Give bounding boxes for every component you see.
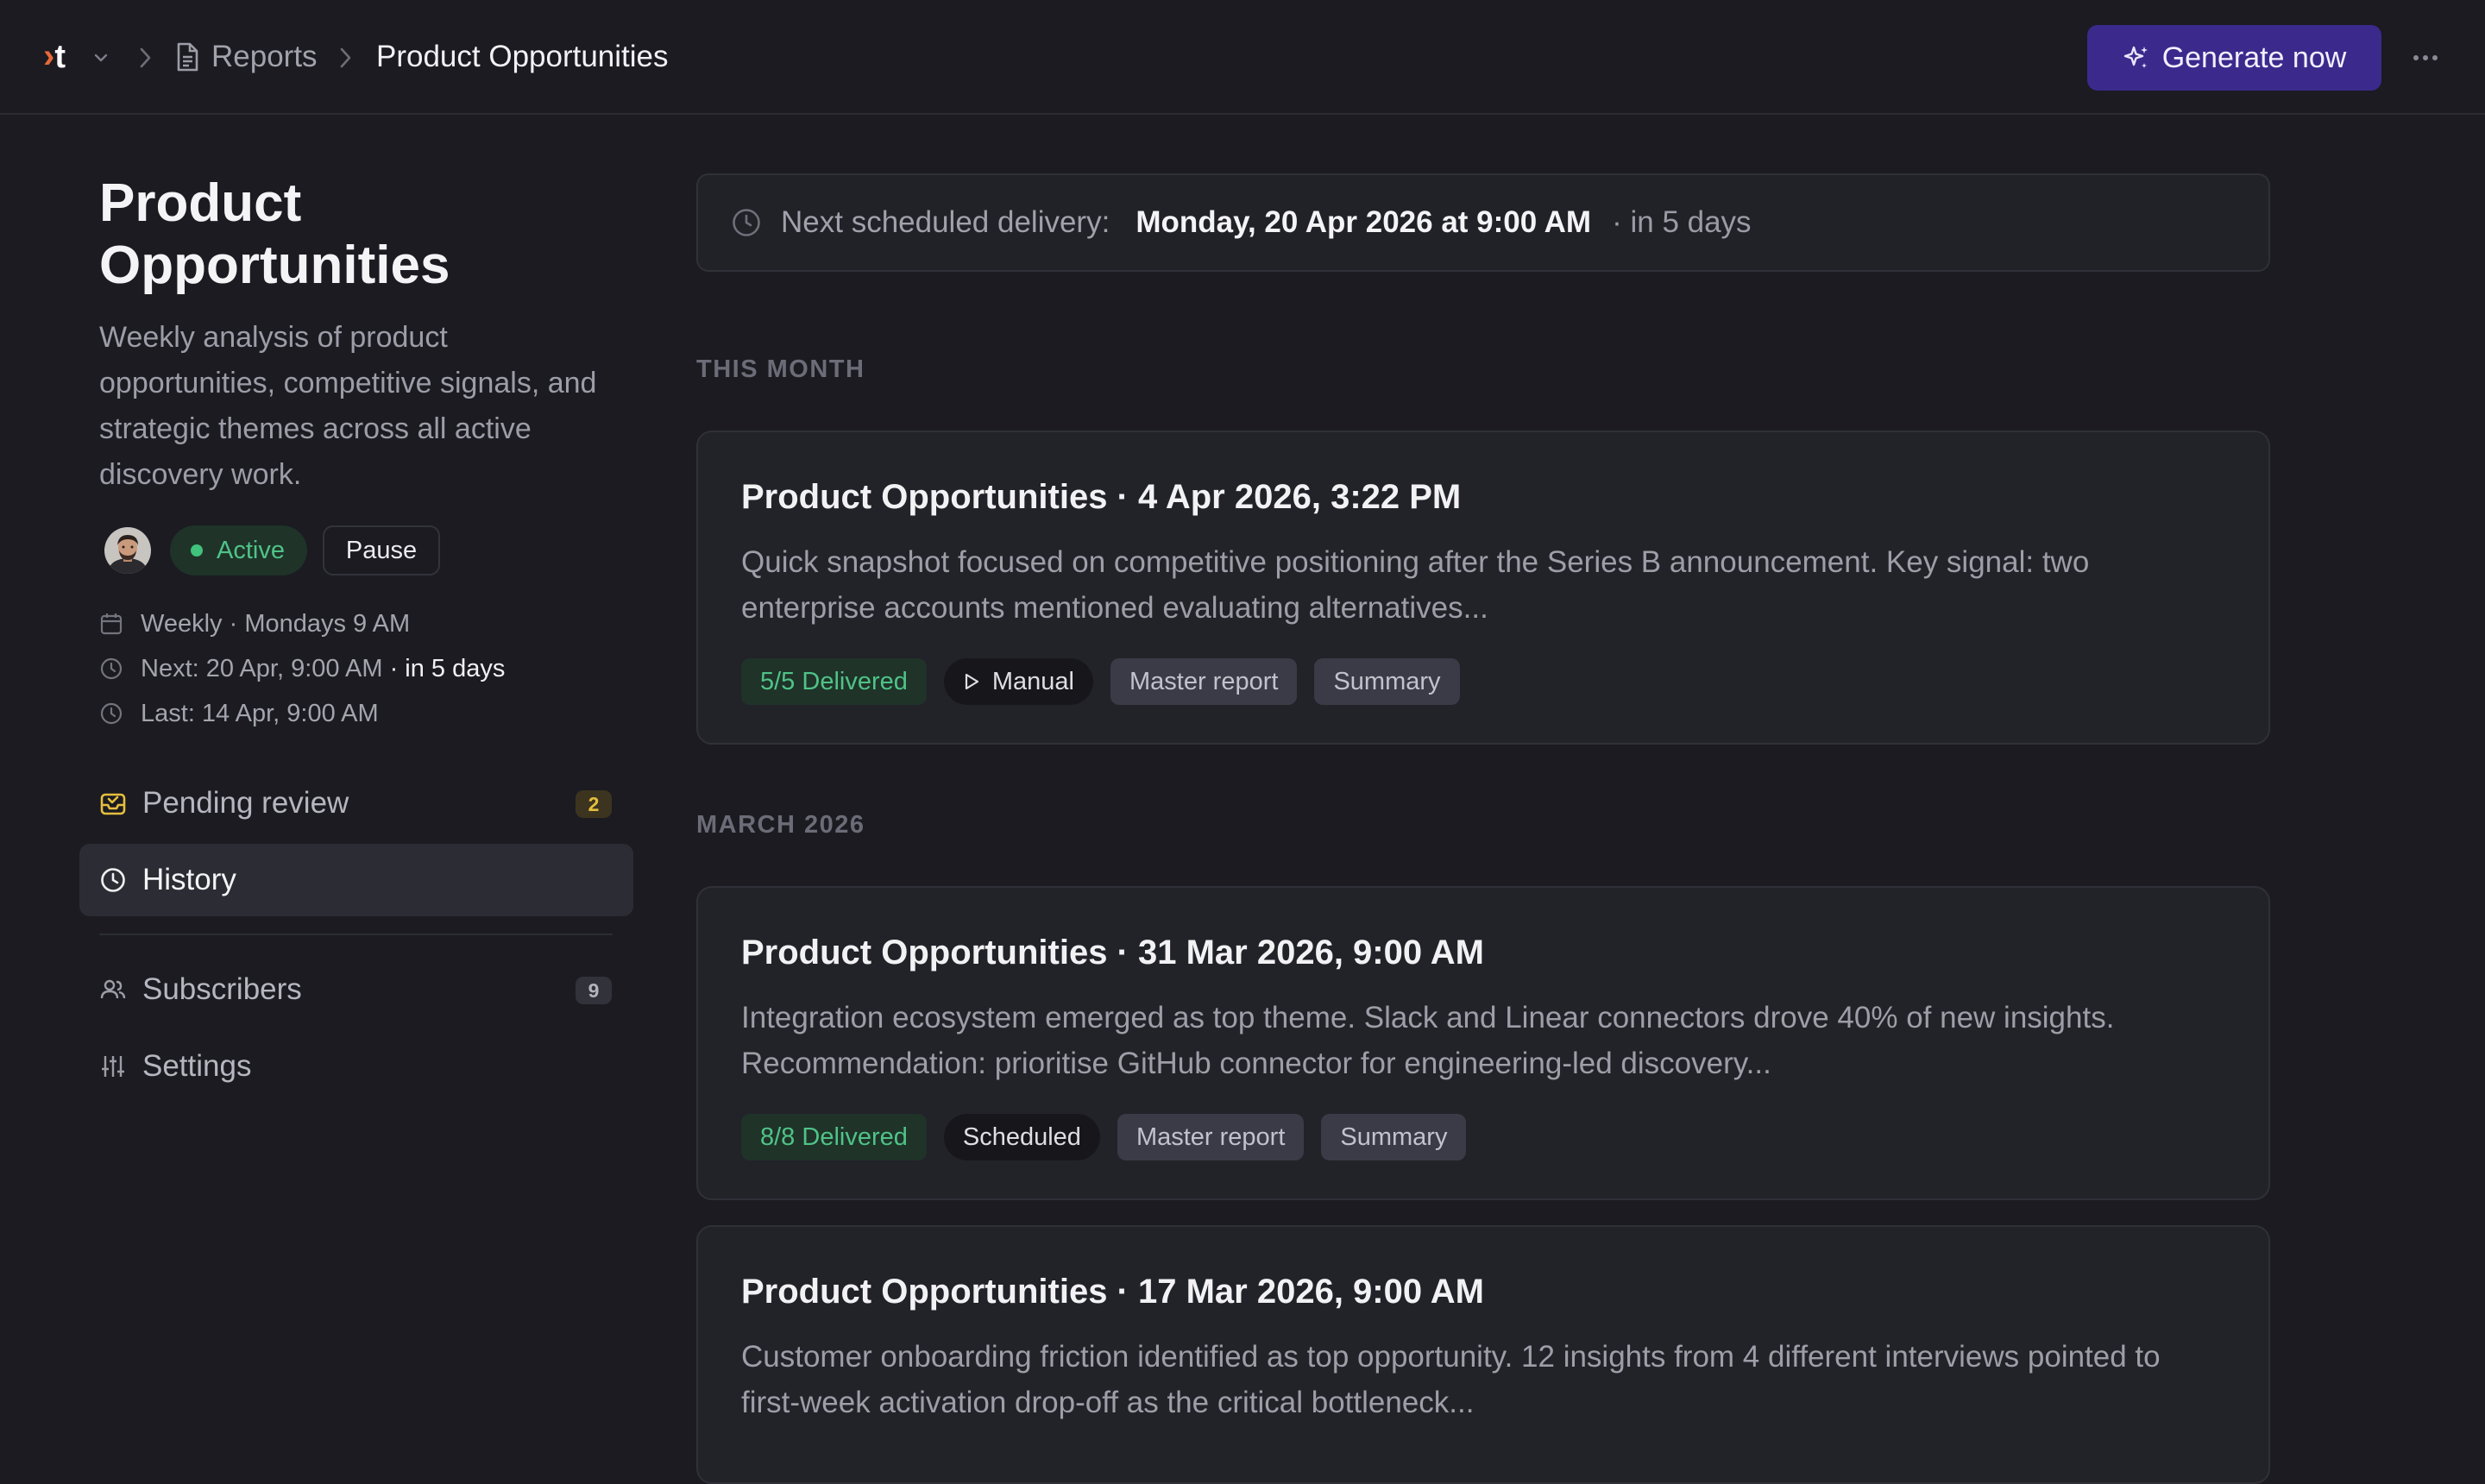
pending-count-badge: 2 <box>576 790 612 818</box>
report-summary: Customer onboarding friction identified … <box>741 1340 2161 1419</box>
report-tags: 8/8 Delivered Scheduled Master report Su… <box>741 1114 2225 1160</box>
avatar[interactable] <box>104 527 151 574</box>
report-description: Weekly analysis of product opportunities… <box>99 321 597 491</box>
delivered-badge: 5/5 Delivered <box>741 658 927 705</box>
clock-icon <box>731 207 762 238</box>
report-summary: Integration ecosystem emerged as top the… <box>741 1001 2115 1080</box>
status-dot <box>191 544 203 556</box>
next-run-row: Next: 20 Apr, 9:00 AM · in 5 days <box>99 651 505 686</box>
next-run-text: Next: 20 Apr, 9:00 AM <box>141 654 383 682</box>
pause-button[interactable]: Pause <box>323 525 440 575</box>
next-delivery-label: Next scheduled delivery: <box>781 205 1110 239</box>
report-tags: 5/5 Delivered Manual Master report Summa… <box>741 658 2225 705</box>
next-delivery-date: Monday, 20 Apr 2026 at 9:00 AM <box>1136 205 1592 239</box>
nav-settings[interactable]: Settings <box>79 1030 633 1103</box>
type-tag: Master report <box>1110 658 1298 705</box>
nav-subscribers[interactable]: Subscribers 9 <box>79 953 633 1026</box>
clock-icon <box>99 701 123 726</box>
chevron-down-icon[interactable] <box>91 48 110 67</box>
status-label: Active <box>217 536 285 564</box>
generate-now-button[interactable]: Generate now <box>2087 25 2381 91</box>
top-bar: › t Reports Product Opportunities Generat… <box>0 0 2485 115</box>
nav-label: History <box>142 863 236 896</box>
sparkle-icon <box>2123 44 2150 72</box>
type-tag: Summary <box>1321 1114 1467 1160</box>
play-icon <box>963 672 980 691</box>
schedule-row: Weekly · Mondays 9 AM <box>99 607 410 641</box>
report-title: Product Opportunities · 4 Apr 2026, 3:22… <box>741 478 1462 516</box>
breadcrumb-current: Product Opportunities <box>376 40 669 73</box>
section-heading: THIS MONTH <box>696 355 865 383</box>
trigger-label: Manual <box>991 667 1074 695</box>
next-delivery-relative: · in 5 days <box>1612 205 1752 239</box>
status-badge: Active <box>170 525 307 575</box>
sliders-icon <box>99 1053 127 1080</box>
inbox-icon <box>99 789 127 817</box>
chevron-right-icon <box>337 45 354 71</box>
breadcrumb-reports[interactable]: Reports <box>211 38 318 76</box>
report-card[interactable]: Product Opportunities · 31 Mar 2026, 9:0… <box>696 886 2270 1200</box>
report-card[interactable]: Product Opportunities · 4 Apr 2026, 3:22… <box>696 431 2270 745</box>
report-summary: Quick snapshot focused on competitive po… <box>741 545 2090 625</box>
last-run-text: Last: 14 Apr, 9:00 AM <box>141 699 379 727</box>
nav-label: Settings <box>142 1049 252 1083</box>
section-heading: MARCH 2026 <box>696 811 865 839</box>
nav-history[interactable]: History <box>79 844 633 916</box>
page-title: Product Opportunities <box>99 173 450 295</box>
report-title: Product Opportunities · 31 Mar 2026, 9:0… <box>741 934 1484 972</box>
type-tag: Summary <box>1314 658 1460 705</box>
type-tag: Master report <box>1117 1114 1305 1160</box>
nav-pending-review[interactable]: Pending review 2 <box>79 767 633 839</box>
next-delivery-banner: Next scheduled delivery: Monday, 20 Apr … <box>696 173 2270 272</box>
schedule-text: Weekly · Mondays 9 AM <box>141 609 411 638</box>
clock-icon <box>99 866 127 894</box>
trigger-badge: Manual <box>943 658 1093 705</box>
trigger-badge: Scheduled <box>943 1114 1100 1160</box>
nav-divider <box>99 934 613 935</box>
generate-now-label: Generate now <box>2161 41 2347 74</box>
subscriber-count-badge: 9 <box>576 977 612 1004</box>
last-run-row: Last: 14 Apr, 9:00 AM <box>99 696 379 731</box>
more-options-icon[interactable] <box>2412 45 2439 71</box>
nav-label: Pending review <box>142 786 349 820</box>
calendar-icon <box>99 612 123 636</box>
clock-icon <box>99 657 123 681</box>
users-icon <box>99 976 127 1003</box>
report-card[interactable]: Product Opportunities · 17 Mar 2026, 9:0… <box>696 1225 2270 1484</box>
workspace-logo[interactable]: › t <box>43 39 66 74</box>
next-run-relative: · in 5 days <box>389 654 506 682</box>
report-title: Product Opportunities · 17 Mar 2026, 9:0… <box>741 1273 1484 1311</box>
chevron-right-icon <box>136 45 154 71</box>
document-icon <box>174 42 200 72</box>
delivered-badge: 8/8 Delivered <box>741 1114 927 1160</box>
nav-label: Subscribers <box>142 972 302 1006</box>
